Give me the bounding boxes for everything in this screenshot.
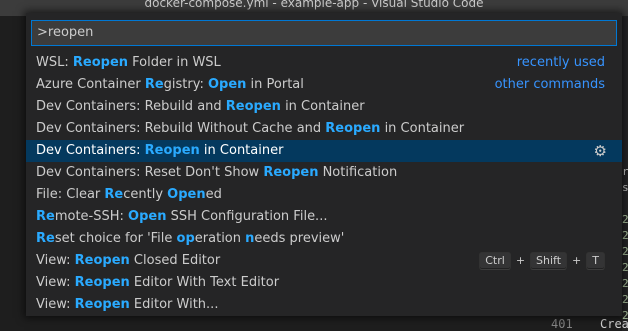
- editor-line: 401 Crea: [518, 317, 628, 331]
- command-label-text: File: Clear: [36, 187, 105, 202]
- command-label-text: Dev Containers: Rebuild and: [36, 99, 226, 114]
- command-label-text: ed: [205, 187, 222, 202]
- peek-glyph: 2: [622, 245, 628, 258]
- command-item[interactable]: Dev Containers: Rebuild Without Cache an…: [26, 118, 622, 140]
- keybinding-separator: +: [515, 254, 526, 267]
- command-label-text: cently: [123, 187, 168, 202]
- group-label: other commands: [494, 77, 605, 92]
- keybinding-key: Shift: [530, 252, 568, 270]
- line-text: Crea: [600, 317, 628, 331]
- command-label-text: Notification: [318, 165, 398, 180]
- command-palette-input[interactable]: >reopen: [31, 20, 617, 46]
- match-highlight: Re: [144, 77, 164, 92]
- command-label-text: Editor With...: [129, 297, 219, 312]
- peek-glyph: 2: [622, 261, 628, 274]
- command-label-text: Dev Containers: Rebuild Without Cache an…: [36, 121, 326, 136]
- command-item[interactable]: View: Reopen Closed Editor Ctrl + Shift + T: [26, 250, 622, 272]
- match-highlight: Reopen: [144, 143, 200, 158]
- command-item[interactable]: Dev Containers: Reset Don't Show Reopen …: [26, 162, 622, 184]
- match-highlight: n: [245, 231, 255, 246]
- match-highlight: Reopen: [263, 165, 319, 180]
- keybinding-key: T: [586, 252, 605, 270]
- gear-icon[interactable]: ⚙: [594, 140, 607, 162]
- command-item[interactable]: Azure Container Registry: Open in Portal…: [26, 74, 622, 96]
- command-list: WSL: Reopen Folder in WSL recently used Az…: [26, 52, 622, 316]
- command-item[interactable]: Remote-SSH: Open SSH Configuration File.…: [26, 206, 622, 228]
- command-item[interactable]: Dev Containers: Reopen in Container ⚙: [26, 140, 622, 162]
- command-label-text: set choice for 'File: [54, 231, 177, 246]
- match-highlight: Open: [207, 77, 247, 92]
- command-label-text: gistry:: [163, 77, 208, 92]
- match-highlight: Reopen: [325, 121, 381, 136]
- command-item[interactable]: File: Clear Recently Opened: [26, 184, 622, 206]
- editor-right-peek: rs2222222: [622, 16, 628, 331]
- line-number: 401: [551, 317, 573, 331]
- match-highlight: Re: [36, 231, 55, 246]
- command-item[interactable]: WSL: Reopen Folder in WSL recently used: [26, 52, 622, 74]
- match-highlight: Reopen: [225, 99, 281, 114]
- command-label-text: View:: [36, 253, 75, 268]
- command-label-text: Dev Containers: Reset Don't Show: [36, 165, 264, 180]
- peek-glyph: r: [622, 165, 628, 178]
- command-label-text: Editor With Text Editor: [129, 275, 280, 290]
- command-label-text: eeds preview': [254, 231, 345, 246]
- command-label-text: Folder in WSL: [128, 55, 221, 70]
- command-item[interactable]: View: Reopen Editor With...: [26, 294, 622, 316]
- command-label-text: Dev Containers:: [36, 143, 145, 158]
- peek-glyph: 2: [622, 277, 628, 290]
- peek-glyph: 2: [622, 213, 628, 226]
- command-label-text: View:: [36, 297, 75, 312]
- command-item[interactable]: Reset choice for 'File operation needs p…: [26, 228, 622, 250]
- peek-glyph: 2: [622, 229, 628, 242]
- command-label-text: SSH Configuration File...: [166, 209, 328, 224]
- keybinding-key: Ctrl: [479, 252, 511, 270]
- keybinding-separator: +: [572, 254, 582, 267]
- match-highlight: Re: [104, 187, 124, 202]
- match-highlight: Reopen: [72, 55, 129, 70]
- peek-glyph: s: [622, 181, 628, 194]
- match-highlight: Open: [167, 187, 206, 202]
- command-label-text: eration: [194, 231, 246, 246]
- command-label-text: in Portal: [246, 77, 304, 92]
- match-highlight: Reopen: [74, 297, 130, 312]
- peek-glyph: 2: [622, 293, 628, 306]
- command-label-text: in Container: [380, 121, 465, 136]
- keybinding: Ctrl + Shift + T: [479, 252, 605, 270]
- command-label-text: in Container: [280, 99, 365, 114]
- command-item[interactable]: Dev Containers: Rebuild and Reopen in Co…: [26, 96, 622, 118]
- command-item[interactable]: View: Reopen Editor With Text Editor: [26, 272, 622, 294]
- match-highlight: Reopen: [74, 253, 130, 268]
- group-label: recently used: [516, 55, 605, 70]
- match-highlight: Re: [36, 209, 55, 224]
- command-palette: >reopen WSL: Reopen Folder in WSL recentl…: [26, 13, 622, 316]
- match-highlight: op: [176, 231, 195, 246]
- command-label-text: Azure Container: [36, 77, 145, 92]
- command-label-text: mote-SSH:: [54, 209, 129, 224]
- match-highlight: Reopen: [74, 275, 130, 290]
- command-label-text: WSL:: [36, 55, 73, 70]
- command-label-text: in Container: [199, 143, 284, 158]
- match-highlight: Open: [128, 209, 167, 224]
- command-label-text: View:: [36, 275, 75, 290]
- command-label-text: Closed Editor: [129, 253, 221, 268]
